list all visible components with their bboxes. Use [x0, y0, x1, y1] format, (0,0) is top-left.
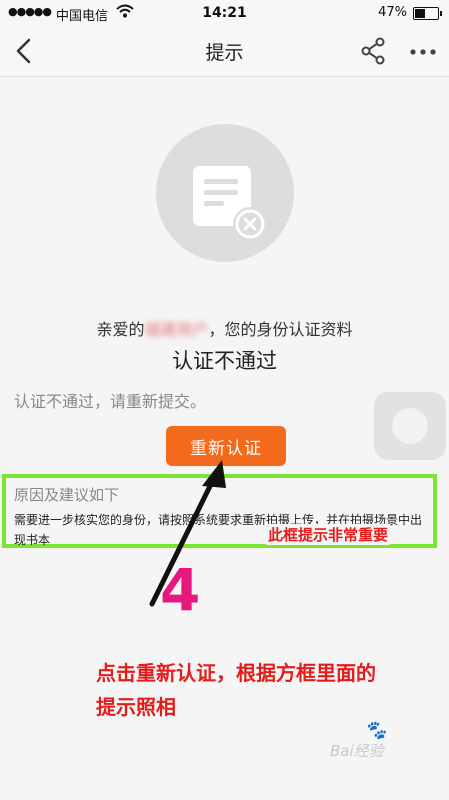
document-rejected-icon	[156, 124, 294, 262]
watermark: 🐾 Bai经验	[330, 720, 386, 761]
more-dots-icon	[410, 49, 436, 55]
floating-assistive-button[interactable]	[374, 392, 446, 460]
resubmit-hint: 认证不通过，请重新提交。	[14, 392, 207, 411]
box-callout-label: 此框提示非常重要	[266, 524, 391, 545]
share-button[interactable]	[358, 36, 388, 66]
greeting-suffix: ，您的身份认证资料	[208, 320, 353, 339]
nav-bar: 提示	[0, 26, 449, 77]
verification-status-title: 认证不通过	[172, 349, 277, 373]
reason-title: 原因及建议如下	[14, 486, 120, 504]
chevron-left-icon	[16, 38, 31, 64]
reauth-button[interactable]: 重新认证	[166, 426, 286, 466]
share-icon	[361, 37, 385, 65]
battery-icon	[413, 7, 442, 20]
greeting-prefix: 亲爱的	[96, 320, 145, 339]
step-number: 4	[160, 556, 201, 624]
reason-box-highlight: 原因及建议如下 需要进一步核实您的身份，请按照系统要求重新拍摄上传，并在拍摄场景…	[2, 474, 437, 548]
instruction-text: 点击重新认证，根据方框里面的提示照相	[96, 661, 376, 719]
assistive-touch-icon	[392, 408, 428, 444]
battery-percentage: 47%	[378, 5, 407, 20]
greeting-text: 亲爱的福建用户，您的身份认证资料	[0, 316, 449, 340]
more-button[interactable]	[406, 36, 440, 66]
masked-username: 福建用户	[144, 320, 209, 339]
status-bar: ●●●●● 中国电信 14:21 47%	[0, 0, 449, 26]
back-button[interactable]	[10, 36, 40, 66]
watermark-text: Bai经验	[330, 742, 384, 760]
paw-logo-icon: 🐾	[364, 720, 387, 741]
